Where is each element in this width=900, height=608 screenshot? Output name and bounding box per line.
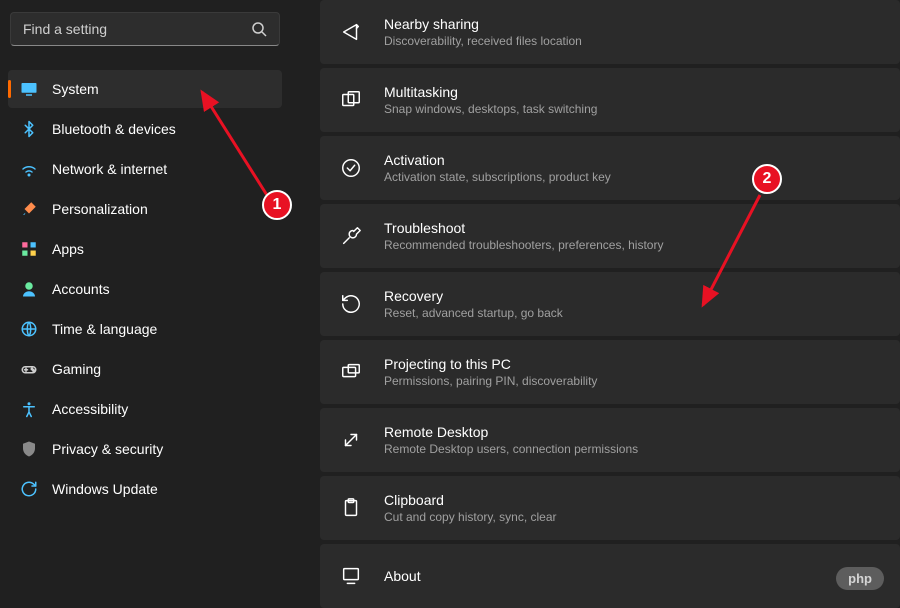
sidebar-item-system[interactable]: System — [8, 70, 282, 108]
apps-icon — [20, 240, 38, 258]
sidebar-item-privacy-security[interactable]: Privacy & security — [8, 430, 282, 468]
check-icon — [340, 157, 362, 179]
recovery-icon — [340, 293, 362, 315]
globe-icon — [20, 320, 38, 338]
sidebar-item-label: Gaming — [52, 361, 101, 377]
card-description: Snap windows, desktops, task switching — [384, 102, 597, 116]
card-text: Nearby sharing Discoverability, received… — [384, 16, 582, 48]
sidebar-item-label: Time & language — [52, 321, 157, 337]
project-icon — [340, 361, 362, 383]
sidebar-item-label: Personalization — [52, 201, 148, 217]
card-title: Remote Desktop — [384, 424, 638, 440]
card-text: Multitasking Snap windows, desktops, tas… — [384, 84, 597, 116]
update-icon — [20, 480, 38, 498]
sidebar-item-personalization[interactable]: Personalization — [8, 190, 282, 228]
sidebar-item-bluetooth-devices[interactable]: Bluetooth & devices — [8, 110, 282, 148]
sidebar-item-label: Network & internet — [52, 161, 167, 177]
card-text: Remote Desktop Remote Desktop users, con… — [384, 424, 638, 456]
sidebar-item-apps[interactable]: Apps — [8, 230, 282, 268]
settings-card-projecting-to-this-pc[interactable]: Projecting to this PC Permissions, pairi… — [320, 340, 900, 404]
sidebar-item-label: Windows Update — [52, 481, 158, 497]
search-input-container[interactable] — [10, 12, 280, 46]
card-text: About — [384, 568, 421, 584]
wifi-icon — [20, 160, 38, 178]
watermark: php — [836, 567, 884, 590]
sidebar-item-time-language[interactable]: Time & language — [8, 310, 282, 348]
sidebar: System Bluetooth & devices Network & int… — [0, 0, 290, 600]
sidebar-item-label: Apps — [52, 241, 84, 257]
search-icon — [251, 21, 267, 37]
access-icon — [20, 400, 38, 418]
monitor-icon — [20, 80, 38, 98]
card-title: Multitasking — [384, 84, 597, 100]
person-icon — [20, 280, 38, 298]
bluetooth-icon — [20, 120, 38, 138]
sidebar-item-label: System — [52, 81, 99, 97]
sidebar-item-label: Accounts — [52, 281, 110, 297]
share-icon — [340, 21, 362, 43]
settings-card-remote-desktop[interactable]: Remote Desktop Remote Desktop users, con… — [320, 408, 900, 472]
sidebar-item-accessibility[interactable]: Accessibility — [8, 390, 282, 428]
multitask-icon — [340, 89, 362, 111]
card-description: Reset, advanced startup, go back — [384, 306, 563, 320]
settings-list: Nearby sharing Discoverability, received… — [320, 0, 900, 600]
card-title: Projecting to this PC — [384, 356, 597, 372]
brush-icon — [20, 200, 38, 218]
settings-card-nearby-sharing[interactable]: Nearby sharing Discoverability, received… — [320, 0, 900, 64]
card-description: Discoverability, received files location — [384, 34, 582, 48]
card-description: Activation state, subscriptions, product… — [384, 170, 611, 184]
sidebar-item-windows-update[interactable]: Windows Update — [8, 470, 282, 508]
about-icon — [340, 565, 362, 587]
settings-card-clipboard[interactable]: Clipboard Cut and copy history, sync, cl… — [320, 476, 900, 540]
card-text: Activation Activation state, subscriptio… — [384, 152, 611, 184]
settings-card-multitasking[interactable]: Multitasking Snap windows, desktops, tas… — [320, 68, 900, 132]
card-text: Projecting to this PC Permissions, pairi… — [384, 356, 597, 388]
card-title: Clipboard — [384, 492, 557, 508]
card-description: Cut and copy history, sync, clear — [384, 510, 557, 524]
card-description: Permissions, pairing PIN, discoverabilit… — [384, 374, 597, 388]
sidebar-item-accounts[interactable]: Accounts — [8, 270, 282, 308]
settings-card-recovery[interactable]: Recovery Reset, advanced startup, go bac… — [320, 272, 900, 336]
sidebar-item-network-internet[interactable]: Network & internet — [8, 150, 282, 188]
card-description: Recommended troubleshooters, preferences… — [384, 238, 663, 252]
card-title: Nearby sharing — [384, 16, 582, 32]
card-title: Troubleshoot — [384, 220, 663, 236]
card-text: Troubleshoot Recommended troubleshooters… — [384, 220, 663, 252]
settings-card-about[interactable]: About — [320, 544, 900, 608]
clipboard-icon — [340, 497, 362, 519]
sidebar-item-label: Accessibility — [52, 401, 128, 417]
card-title: Recovery — [384, 288, 563, 304]
card-title: Activation — [384, 152, 611, 168]
settings-card-activation[interactable]: Activation Activation state, subscriptio… — [320, 136, 900, 200]
card-text: Clipboard Cut and copy history, sync, cl… — [384, 492, 557, 524]
sidebar-item-label: Privacy & security — [52, 441, 163, 457]
gamepad-icon — [20, 360, 38, 378]
sidebar-item-label: Bluetooth & devices — [52, 121, 176, 137]
card-title: About — [384, 568, 421, 584]
sidebar-item-gaming[interactable]: Gaming — [8, 350, 282, 388]
wrench-icon — [340, 225, 362, 247]
card-description: Remote Desktop users, connection permiss… — [384, 442, 638, 456]
remote-icon — [340, 429, 362, 451]
settings-card-troubleshoot[interactable]: Troubleshoot Recommended troubleshooters… — [320, 204, 900, 268]
card-text: Recovery Reset, advanced startup, go bac… — [384, 288, 563, 320]
shield-icon — [20, 440, 38, 458]
search-input[interactable] — [23, 21, 251, 37]
